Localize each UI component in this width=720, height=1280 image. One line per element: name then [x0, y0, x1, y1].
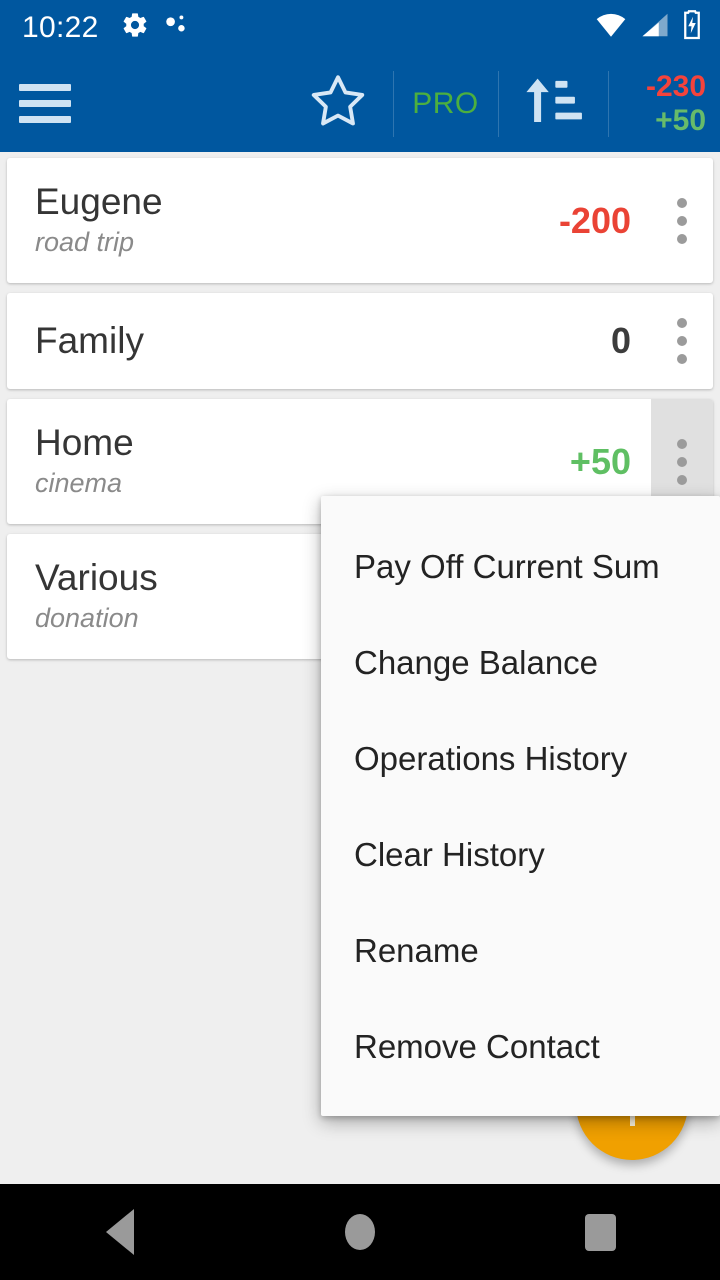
- debug-dots-icon: [163, 12, 189, 43]
- overflow-dot: [677, 233, 687, 244]
- overflow-dot: [677, 438, 687, 449]
- favorites-filter-button[interactable]: [283, 65, 393, 143]
- status-bar-clock: 10:22: [22, 10, 99, 44]
- total-negative: -230: [645, 70, 706, 103]
- contact-name: Family: [35, 319, 144, 361]
- status-bar-notification-icons: [121, 11, 189, 44]
- overflow-dot: [677, 354, 687, 364]
- home-icon: [345, 1214, 375, 1250]
- hamburger-icon-bar: [19, 84, 71, 91]
- contact-name: Home: [35, 421, 134, 463]
- overflow-dot: [677, 456, 687, 467]
- app-screen: 10:22 PRO -230 +50 Eugene road trip -200…: [0, 0, 720, 1280]
- contact-info: Family: [7, 293, 611, 389]
- star-outline-icon: [307, 70, 369, 137]
- nav-recents-button[interactable]: [520, 1184, 680, 1280]
- overflow-dot: [677, 215, 687, 226]
- menu-item-change-balance[interactable]: Change Balance: [321, 614, 720, 710]
- wifi-icon: [594, 12, 628, 43]
- overflow-dot: [677, 197, 687, 208]
- pro-upgrade-button[interactable]: PRO: [393, 65, 498, 143]
- contact-name: Eugene: [35, 180, 163, 222]
- battery-charging-icon: [682, 10, 702, 45]
- nav-home-button[interactable]: [280, 1184, 440, 1280]
- contact-overflow-button[interactable]: [651, 293, 713, 389]
- contact-card-family[interactable]: Family 0: [7, 293, 713, 389]
- app-bar: PRO -230 +50: [0, 55, 720, 152]
- hamburger-icon-bar: [19, 100, 71, 107]
- contact-amount: -200: [558, 199, 631, 241]
- overflow-dot: [677, 318, 687, 328]
- total-positive: +50: [655, 103, 706, 137]
- hamburger-icon-bar: [19, 116, 71, 123]
- sort-ascending-icon: [522, 73, 584, 134]
- overflow-dot: [677, 336, 687, 346]
- cellular-signal-icon: [640, 12, 670, 43]
- menu-item-clear-history[interactable]: Clear History: [321, 806, 720, 902]
- contact-amount: 0: [610, 320, 631, 361]
- menu-item-operations-history[interactable]: Operations History: [321, 710, 720, 806]
- status-bar: 10:22: [0, 0, 720, 55]
- pro-label: PRO: [412, 86, 479, 120]
- balance-totals[interactable]: -230 +50: [608, 65, 720, 143]
- contact-note: road trip: [35, 227, 135, 258]
- contact-card-eugene[interactable]: Eugene road trip -200: [7, 158, 713, 283]
- system-navigation-bar: [0, 1184, 720, 1280]
- gear-icon: [121, 11, 149, 44]
- recents-icon: [584, 1213, 616, 1251]
- contact-context-menu: Pay Off Current Sum Change Balance Opera…: [321, 496, 720, 1116]
- overflow-dot: [677, 474, 687, 485]
- navigation-drawer-button[interactable]: [0, 55, 84, 152]
- menu-item-pay-off-current-sum[interactable]: Pay Off Current Sum: [321, 518, 720, 614]
- back-icon: [106, 1209, 134, 1255]
- menu-item-remove-contact[interactable]: Remove Contact: [321, 998, 720, 1094]
- contact-overflow-button[interactable]: [651, 158, 713, 283]
- status-bar-system-icons: [594, 10, 702, 45]
- contact-info: Eugene road trip: [7, 158, 559, 283]
- nav-back-button[interactable]: [40, 1184, 200, 1280]
- menu-item-rename[interactable]: Rename: [321, 902, 720, 998]
- sort-button[interactable]: [498, 65, 608, 143]
